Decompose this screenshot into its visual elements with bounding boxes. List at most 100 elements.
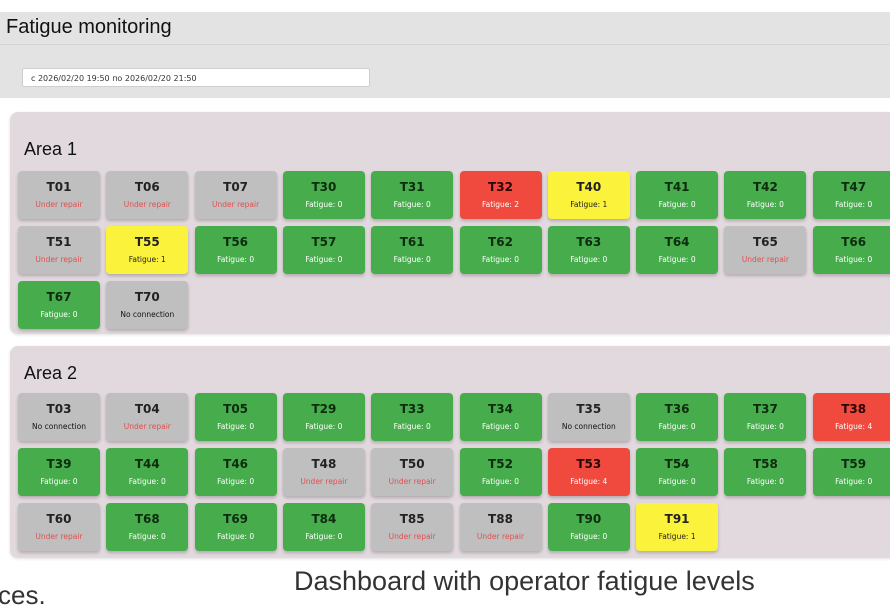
terminal-status: No connection <box>32 422 86 431</box>
terminal-tile-t62[interactable]: T62 Fatigue: 0 <box>459 226 542 274</box>
terminal-tile-t03[interactable]: T03 No connection <box>18 393 100 441</box>
terminal-name: T30 <box>311 180 337 194</box>
terminal-name: T39 <box>46 457 72 471</box>
terminal-tile-t91[interactable]: T91 Fatigue: 1 <box>636 503 719 551</box>
terminal-status: No connection <box>561 422 616 431</box>
terminal-status: Under repair <box>476 532 525 541</box>
terminal-tile-t36[interactable]: T36 Fatigue: 0 <box>636 393 719 441</box>
terminal-name: T03 <box>46 402 72 416</box>
terminal-tile-t47[interactable]: T47 Fatigue: 0 <box>812 171 890 219</box>
terminal-name: T41 <box>664 180 690 194</box>
terminal-tile-t46[interactable]: T46 Fatigue: 0 <box>194 448 277 496</box>
terminal-status: No connection <box>120 310 175 319</box>
terminal-tile-t04[interactable]: T04 Under repair <box>106 393 189 441</box>
terminal-tile-t55[interactable]: T55 Fatigue: 1 <box>106 226 189 274</box>
terminal-tile-t29[interactable]: T29 Fatigue: 0 <box>282 393 365 441</box>
terminal-name: T69 <box>223 512 249 526</box>
terminal-status: Fatigue: 0 <box>128 532 166 541</box>
caption-fragment: ces. <box>0 580 46 610</box>
terminal-status: Fatigue: 0 <box>481 255 520 264</box>
terminal-status: Fatigue: 0 <box>393 255 431 264</box>
terminal-tile-t40[interactable]: T40 Fatigue: 1 <box>547 171 630 219</box>
terminal-status: Under repair <box>300 477 348 486</box>
terminal-name: T38 <box>841 402 867 416</box>
terminal-tile-t85[interactable]: T85 Under repair <box>371 503 454 551</box>
terminal-tile-t31[interactable]: T31 Fatigue: 0 <box>371 171 454 219</box>
terminal-status: Fatigue: 0 <box>217 255 255 264</box>
area-panel-1: Area 1 T01 Under repair T06 Under repair T07… <box>10 112 890 334</box>
terminal-tile-t41[interactable]: T41 Fatigue: 0 <box>636 171 719 219</box>
terminal-tile-t34[interactable]: T34 Fatigue: 0 <box>459 393 542 441</box>
header-divider <box>0 44 890 45</box>
terminal-name: T63 <box>576 235 602 249</box>
terminal-tile-t48[interactable]: T48 Under repair <box>282 448 365 496</box>
terminal-tile-t58[interactable]: T58 Fatigue: 0 <box>724 448 807 496</box>
terminal-tile-t61[interactable]: T61 Fatigue: 0 <box>371 226 454 274</box>
terminal-tile-t32[interactable]: T32 Fatigue: 2 <box>459 171 542 219</box>
terminal-name: T88 <box>488 512 513 526</box>
terminal-tile-t53[interactable]: T53 Fatigue: 4 <box>547 448 630 496</box>
terminal-tile-t06[interactable]: T06 Under repair <box>106 171 189 219</box>
terminal-name: T05 <box>223 402 249 416</box>
terminal-tile-t65[interactable]: T65 Under repair <box>724 226 807 274</box>
terminal-tile-t90[interactable]: T90 Fatigue: 0 <box>547 503 630 551</box>
terminal-tile-t44[interactable]: T44 Fatigue: 0 <box>106 448 189 496</box>
terminal-tile-t52[interactable]: T52 Fatigue: 0 <box>459 448 542 496</box>
terminal-name: T84 <box>311 512 337 526</box>
terminal-status: Fatigue: 0 <box>746 200 784 209</box>
terminal-status: Fatigue: 1 <box>570 200 608 209</box>
terminal-name: T56 <box>223 235 249 249</box>
terminal-tile-t39[interactable]: T39 Fatigue: 0 <box>18 448 100 496</box>
terminal-tile-t01[interactable]: T01 Under repair <box>18 171 100 219</box>
terminal-tile-t38[interactable]: T38 Fatigue: 4 <box>812 393 890 441</box>
terminal-tile-t60[interactable]: T60 Under repair <box>18 503 100 551</box>
terminal-tile-t42[interactable]: T42 Fatigue: 0 <box>724 171 807 219</box>
terminal-name: T36 <box>664 402 690 416</box>
terminal-tile-t68[interactable]: T68 Fatigue: 0 <box>106 503 189 551</box>
terminal-tile-t69[interactable]: T69 Fatigue: 0 <box>194 503 277 551</box>
terminal-status: Fatigue: 0 <box>658 477 696 486</box>
terminal-tile-t30[interactable]: T30 Fatigue: 0 <box>282 171 365 219</box>
terminal-status: Under repair <box>35 532 83 541</box>
terminal-tile-t63[interactable]: T63 Fatigue: 0 <box>547 226 630 274</box>
terminal-tile-t84[interactable]: T84 Fatigue: 0 <box>282 503 365 551</box>
terminal-tile-t66[interactable]: T66 Fatigue: 0 <box>812 226 890 274</box>
terminal-name: T57 <box>311 235 337 249</box>
terminal-tile-t56[interactable]: T56 Fatigue: 0 <box>194 226 277 274</box>
terminal-status: Fatigue: 1 <box>658 532 696 541</box>
terminal-tile-t59[interactable]: T59 Fatigue: 0 <box>812 448 890 496</box>
terminal-tile-t88[interactable]: T88 Under repair <box>459 503 542 551</box>
terminal-tile-t57[interactable]: T57 Fatigue: 0 <box>282 226 365 274</box>
terminal-tile-t64[interactable]: T64 Fatigue: 0 <box>636 226 719 274</box>
terminal-name: T50 <box>399 457 425 471</box>
terminal-tile-t07[interactable]: T07 Under repair <box>194 171 277 219</box>
terminal-name: T90 <box>576 512 602 526</box>
terminal-name: T68 <box>134 512 160 526</box>
terminal-name: T37 <box>752 402 778 416</box>
terminal-name: T29 <box>311 402 337 416</box>
terminal-tile-t51[interactable]: T51 Under repair <box>18 226 100 274</box>
terminal-status: Fatigue: 0 <box>40 477 78 486</box>
terminal-status: Fatigue: 0 <box>481 477 520 486</box>
terminal-name: T01 <box>46 180 72 194</box>
terminal-status: Fatigue: 0 <box>305 255 343 264</box>
terminal-status: Fatigue: 0 <box>835 200 873 209</box>
terminal-tile-t37[interactable]: T37 Fatigue: 0 <box>724 393 807 441</box>
terminal-tile-t33[interactable]: T33 Fatigue: 0 <box>371 393 454 441</box>
area-panel-2: Area 2 T03 No connection T04 Under repair T0… <box>10 346 890 558</box>
terminal-status: Fatigue: 4 <box>835 422 873 431</box>
terminal-tile-t05[interactable]: T05 Fatigue: 0 <box>194 393 277 441</box>
page-title: Fatigue monitoring <box>6 16 172 38</box>
date-range-field[interactable]: c 2026/02/20 19:50 по 2026/02/20 21:50 <box>22 68 370 87</box>
terminal-status: Fatigue: 1 <box>128 255 166 264</box>
terminal-tile-t54[interactable]: T54 Fatigue: 0 <box>636 448 719 496</box>
terminal-tile-t35[interactable]: T35 No connection <box>547 393 630 441</box>
terminal-name: T34 <box>488 402 513 416</box>
terminal-name: T47 <box>841 180 867 194</box>
terminal-status: Under repair <box>388 532 436 541</box>
terminal-name: T07 <box>223 180 249 194</box>
terminal-tile-t50[interactable]: T50 Under repair <box>371 448 454 496</box>
terminal-tile-t70[interactable]: T70 No connection <box>106 281 189 329</box>
terminal-tile-t67[interactable]: T67 Fatigue: 0 <box>18 281 100 329</box>
terminal-name: T31 <box>399 180 425 194</box>
